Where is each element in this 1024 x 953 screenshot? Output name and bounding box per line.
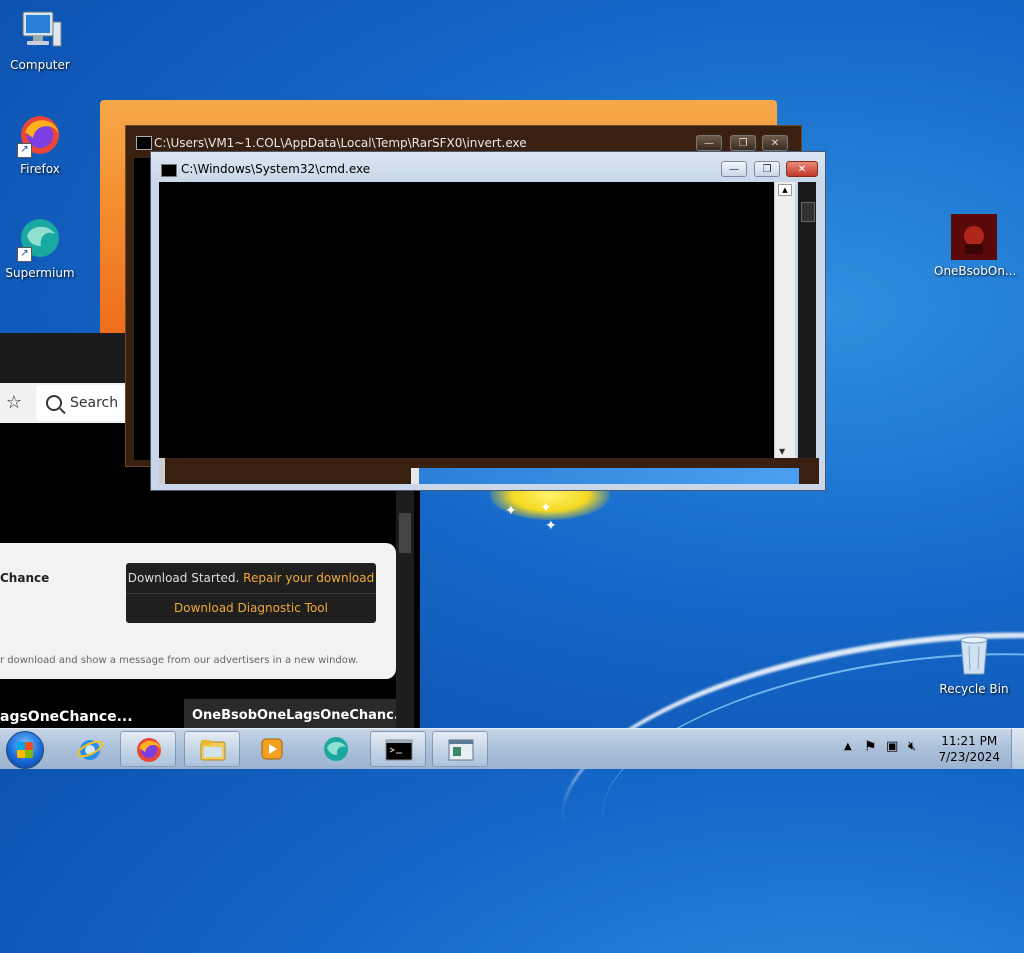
taskbar-item-firefox[interactable]	[120, 731, 176, 767]
shortcut-arrow-icon: ↗	[17, 247, 32, 262]
minimize-button[interactable]: —	[721, 161, 747, 177]
wallpaper-sparkle: ✦	[540, 500, 552, 516]
folder-icon	[199, 736, 227, 764]
recycle-bin-icon	[951, 632, 997, 678]
desktop-icon-label: Recycle Bin	[939, 682, 1009, 696]
download-name: Chance	[0, 571, 50, 585]
supermium-icon: ↗	[17, 216, 63, 262]
download-card: Chance Download Started. Repair your dow…	[0, 543, 396, 679]
back-window-scrollbar[interactable]	[798, 182, 816, 482]
wallpaper-sparkle: ✦	[545, 518, 557, 534]
taskbar-item-media-player[interactable]	[244, 731, 300, 767]
edge-strip	[159, 458, 165, 484]
download-tab-1[interactable]: agsOneChance...	[0, 705, 180, 729]
search-label: Search	[70, 395, 119, 411]
desktop-icon-recycle-bin[interactable]: Recycle Bin	[934, 632, 1014, 696]
download-status: Download Started. Repair your download	[126, 563, 376, 594]
download-tab-2[interactable]: OneBsobOneLagsOneChanc...	[184, 699, 396, 729]
download-status-text: Download Started.	[127, 571, 240, 585]
download-diagnostic-link[interactable]: Download Diagnostic Tool	[126, 594, 376, 623]
window-title: C:\Users\VM1~1.COL\AppData\Local\Temp\Ra…	[154, 136, 527, 150]
window-bottom-strip	[159, 458, 819, 484]
system-tray: ▲ ⚑ ▣ 🔇︎ 11:21 PM 7/23/2024	[834, 729, 1024, 769]
taskbar-item-supermium[interactable]	[308, 731, 364, 767]
close-button[interactable]: ✕	[762, 135, 788, 151]
clock-time: 11:21 PM	[941, 734, 998, 748]
search-icon	[46, 395, 62, 411]
taskbar-item-internet-explorer[interactable]	[62, 731, 118, 767]
computer-icon	[17, 8, 63, 54]
scroll-up-arrow-icon[interactable]: ▲	[778, 184, 792, 196]
download-note: r download and show a message from our a…	[0, 655, 359, 666]
action-center-flag-icon[interactable]: ⚑	[864, 739, 877, 755]
desktop-icon-firefox[interactable]: ↗ Firefox	[0, 112, 80, 176]
scroll-down-arrow-icon[interactable]: ▼	[779, 447, 785, 456]
app-window-icon	[447, 736, 475, 764]
minimize-button[interactable]: —	[696, 135, 722, 151]
cmd-icon	[385, 736, 413, 764]
maximize-button[interactable]: ❐	[730, 135, 756, 151]
window-title: C:\Windows\System32\cmd.exe	[181, 162, 371, 176]
desktop-icon-label: OneBsobOn...	[934, 264, 1017, 278]
firefox-icon: ↗	[17, 112, 63, 158]
start-button[interactable]	[6, 731, 44, 769]
volume-muted-icon[interactable]: 🔇︎	[908, 739, 916, 754]
desktop-icon-onebsob[interactable]: OneBsobOn...	[934, 214, 1017, 278]
clock-date: 7/23/2024	[938, 750, 1000, 764]
console-output[interactable]	[159, 182, 774, 458]
show-hidden-icons-icon[interactable]: ▲	[844, 741, 852, 752]
scrollbar-thumb[interactable]	[801, 202, 815, 222]
show-desktop-button[interactable]	[1011, 729, 1024, 769]
console-icon	[161, 164, 177, 177]
network-icon[interactable]: ▣	[886, 739, 898, 754]
bookmark-star-icon[interactable]: ☆	[2, 391, 26, 415]
wallpaper-sparkle: ✦	[505, 503, 517, 519]
taskbar: ▲ ⚑ ▣ 🔇︎ 11:21 PM 7/23/2024	[0, 728, 1024, 769]
clock[interactable]: 11:21 PM 7/23/2024	[938, 733, 1000, 765]
taskbar-item-cmd[interactable]	[370, 731, 426, 767]
download-panel: Download Started. Repair your download D…	[126, 563, 376, 623]
console-scrollbar[interactable]: ▲ ▼	[774, 182, 795, 458]
internet-explorer-icon	[76, 735, 104, 763]
desktop-icon-label: Supermium	[5, 266, 75, 280]
edge-strip	[411, 468, 419, 484]
shortcut-arrow-icon: ↗	[17, 143, 32, 158]
search-input[interactable]: Search	[36, 385, 126, 421]
app-file-icon	[951, 214, 997, 260]
scrollbar-thumb[interactable]	[399, 513, 411, 553]
repair-download-link[interactable]: Repair your download	[243, 571, 374, 585]
cmd-exe-window[interactable]: C:\Windows\System32\cmd.exe — ❐ ✕ ▲ ▼	[150, 151, 826, 491]
desktop-icon-label: Firefox	[20, 162, 60, 176]
desktop-icon-supermium[interactable]: ↗ Supermium	[0, 216, 80, 280]
desktop-icon-computer[interactable]: Computer	[0, 8, 80, 72]
taskbar-item-invert-app[interactable]	[432, 731, 488, 767]
firefox-icon	[135, 736, 163, 764]
close-button[interactable]: ✕	[786, 161, 818, 177]
supermium-icon	[322, 735, 350, 763]
taskbar-item-file-explorer[interactable]	[184, 731, 240, 767]
console-icon	[136, 136, 152, 150]
desktop-peek-strip	[419, 468, 799, 484]
desktop-icon-label: Computer	[10, 58, 70, 72]
maximize-button[interactable]: ❐	[754, 161, 780, 177]
media-player-icon	[258, 735, 286, 763]
